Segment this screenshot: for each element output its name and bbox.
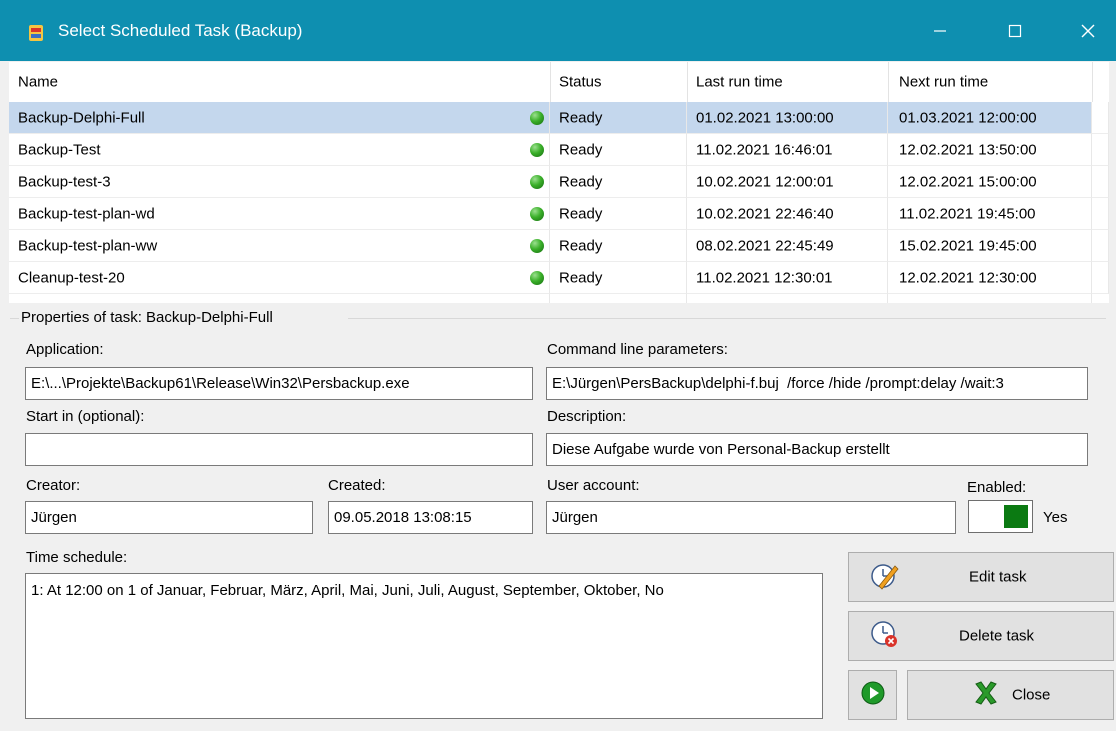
task-row[interactable]: Backup-Test Ready 11.02.2021 16:46:01 12… xyxy=(9,134,1109,166)
task-name: Backup-Delphi-Full xyxy=(18,109,145,126)
status-ready-icon xyxy=(530,110,544,125)
created-field[interactable] xyxy=(328,501,533,534)
task-grid[interactable]: Name Status Last run time Next run time … xyxy=(9,62,1109,303)
task-last-run: 01.02.2021 13:00:00 xyxy=(696,109,834,126)
status-ready-icon xyxy=(530,142,544,157)
enabled-toggle[interactable] xyxy=(968,500,1033,533)
close-button[interactable]: Close xyxy=(907,670,1114,720)
task-next-run: 15.02.2021 19:45:00 xyxy=(899,237,1037,254)
edit-task-label: Edit task xyxy=(969,568,1027,586)
column-header-next-run[interactable]: Next run time xyxy=(888,62,1093,102)
task-next-run: 12.02.2021 12:30:00 xyxy=(899,269,1037,286)
task-row[interactable]: Backup-test-plan-wd Ready 10.02.2021 22:… xyxy=(9,198,1109,230)
delete-task-button[interactable]: Delete task xyxy=(848,611,1114,661)
app-icon xyxy=(26,23,46,43)
task-row[interactable]: Backup-Delphi-Full Ready 01.02.2021 13:0… xyxy=(9,102,1109,134)
task-row[interactable]: Backup-test-plan-ww Ready 08.02.2021 22:… xyxy=(9,230,1109,262)
task-last-run: 10.02.2021 12:00:01 xyxy=(696,173,834,190)
task-row[interactable]: Backup-test-3 Ready 10.02.2021 12:00:01 … xyxy=(9,166,1109,198)
task-next-run: 12.02.2021 13:50:00 xyxy=(899,141,1037,158)
column-header-name[interactable]: Name xyxy=(9,62,551,102)
delete-task-icon xyxy=(869,619,899,653)
startin-field[interactable] xyxy=(25,433,533,466)
maximize-icon[interactable] xyxy=(985,0,1045,61)
task-next-run: 01.03.2021 12:00:00 xyxy=(899,109,1037,126)
time-schedule-label: Time schedule: xyxy=(26,549,128,566)
status-ready-icon xyxy=(530,206,544,221)
minimize-icon[interactable] xyxy=(910,0,970,61)
task-next-run: 11.02.2021 19:45:00 xyxy=(899,205,1036,222)
close-x-icon xyxy=(972,679,1000,711)
enabled-value: Yes xyxy=(1043,509,1068,526)
group-border xyxy=(10,318,19,319)
application-field[interactable] xyxy=(25,367,533,400)
column-header-status[interactable]: Status xyxy=(550,62,688,102)
creator-label: Creator: xyxy=(26,477,81,494)
creator-field[interactable] xyxy=(25,501,313,534)
startin-label: Start in (optional): xyxy=(26,408,145,425)
user-account-label: User account: xyxy=(547,477,640,494)
application-label: Application: xyxy=(26,341,104,358)
created-label: Created: xyxy=(328,477,386,494)
task-last-run: 11.02.2021 16:46:01 xyxy=(696,141,833,158)
edit-task-button[interactable]: Edit task xyxy=(848,552,1114,602)
properties-group-label: Properties of task: Backup-Delphi-Full xyxy=(21,309,273,326)
task-next-run: 12.02.2021 15:00:00 xyxy=(899,173,1037,190)
close-label: Close xyxy=(1012,686,1051,704)
task-row[interactable]: Cleanup-test-20 Ready 11.02.2021 12:30:0… xyxy=(9,262,1109,294)
task-name: Backup-test-3 xyxy=(18,173,111,190)
task-status: Ready xyxy=(559,141,603,158)
cmdline-label: Command line parameters: xyxy=(547,341,728,358)
group-border xyxy=(348,318,1106,319)
task-status: Ready xyxy=(559,269,603,286)
task-name: Cleanup-test-20 xyxy=(18,269,125,286)
enabled-label: Enabled: xyxy=(967,479,1027,496)
time-schedule-field[interactable]: 1: At 12:00 on 1 of Januar, Februar, Mär… xyxy=(25,573,823,719)
close-window-icon[interactable] xyxy=(1058,0,1116,61)
user-account-field[interactable] xyxy=(546,501,956,534)
run-icon xyxy=(860,680,886,710)
task-last-run: 10.02.2021 22:46:40 xyxy=(696,205,834,222)
grid-header: Name Status Last run time Next run time xyxy=(9,62,1109,102)
description-field[interactable] xyxy=(546,433,1088,466)
status-ready-icon xyxy=(530,174,544,189)
description-label: Description: xyxy=(547,408,627,425)
task-last-run: 11.02.2021 12:30:01 xyxy=(696,269,833,286)
task-last-run: 08.02.2021 22:45:49 xyxy=(696,237,834,254)
cmdline-field[interactable] xyxy=(546,367,1088,400)
window-title: Select Scheduled Task (Backup) xyxy=(58,21,303,40)
run-task-button[interactable] xyxy=(848,670,897,720)
toggle-knob xyxy=(1004,505,1028,528)
status-ready-icon xyxy=(530,270,544,285)
task-status: Ready xyxy=(559,173,603,190)
column-header-last-run[interactable]: Last run time xyxy=(687,62,889,102)
edit-task-icon xyxy=(869,560,899,594)
task-name: Backup-Test xyxy=(18,141,101,158)
task-status: Ready xyxy=(559,109,603,126)
delete-task-label: Delete task xyxy=(959,627,1035,645)
task-status: Ready xyxy=(559,237,603,254)
status-ready-icon xyxy=(530,238,544,253)
title-bar[interactable]: Select Scheduled Task (Backup) xyxy=(0,0,1116,61)
task-status: Ready xyxy=(559,205,603,222)
grid-empty-row xyxy=(9,294,1109,303)
task-name: Backup-test-plan-wd xyxy=(18,205,155,222)
task-name: Backup-test-plan-ww xyxy=(18,237,158,254)
